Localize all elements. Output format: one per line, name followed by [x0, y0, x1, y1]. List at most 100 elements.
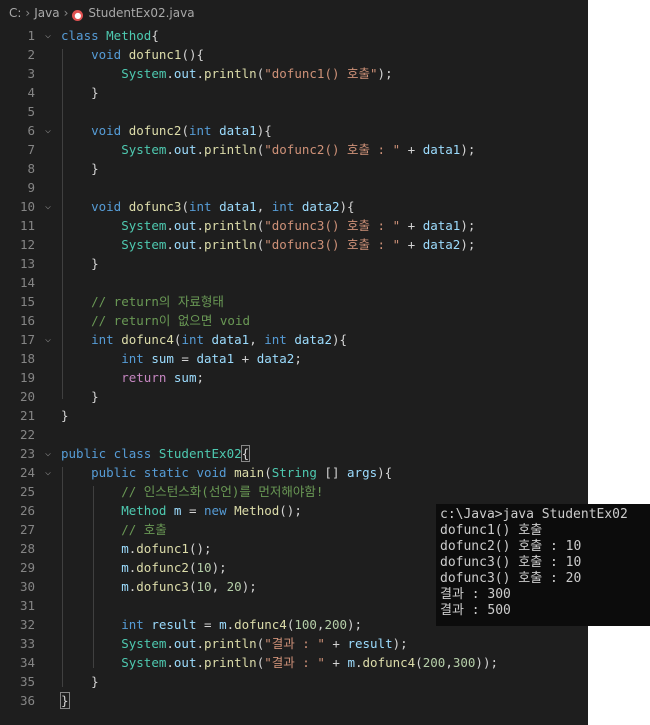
code-token: int	[264, 332, 295, 347]
line-number: 7	[27, 142, 35, 157]
code-text: System.out.println("dofunc2() 호출 : " + d…	[61, 140, 475, 159]
line-number: 1	[27, 28, 35, 43]
code-text: }	[61, 83, 99, 102]
code-line[interactable]: 4 }	[0, 83, 588, 102]
code-line[interactable]: 33 System.out.println("결과 : " + result);	[0, 634, 588, 653]
line-number: 25	[19, 484, 35, 499]
code-token: println	[204, 66, 257, 81]
code-line[interactable]: 18 int sum = data1 + data2;	[0, 349, 588, 368]
code-line[interactable]: 5	[0, 102, 588, 121]
code-line[interactable]: 1 ⌵ class Method{	[0, 26, 588, 45]
code-token: result	[151, 617, 197, 632]
code-token: dofunc4	[362, 655, 416, 670]
code-token: }	[61, 161, 99, 176]
code-line[interactable]: 21}	[0, 406, 588, 425]
code-token: public class	[61, 446, 159, 461]
code-token: }	[61, 85, 99, 100]
code-token: // return의 자료형태	[91, 294, 224, 309]
code-token: data1	[422, 218, 461, 233]
code-line[interactable]: 3 System.out.println("dofunc1() 호출");	[0, 64, 588, 83]
code-line[interactable]: 11 System.out.println("dofunc3() 호출 : " …	[0, 216, 588, 235]
fold-chevron-icon[interactable]: ⌵	[45, 197, 51, 216]
code-line[interactable]: 19 return sum;	[0, 368, 588, 387]
code-line[interactable]: 35 }	[0, 672, 588, 691]
terminal-line: 결과 : 500	[440, 603, 511, 618]
code-token: "dofunc1() 호출"	[264, 66, 378, 81]
code-token: dofunc2	[128, 123, 182, 138]
code-line[interactable]: 34 System.out.println("결과 : " + m.dofunc…	[0, 653, 588, 672]
code-line[interactable]: 12 System.out.println("dofunc3() 호출 : " …	[0, 235, 588, 254]
code-token: ();	[188, 541, 212, 556]
code-token: ();	[279, 503, 302, 518]
line-number: 33	[19, 636, 35, 651]
code-token: {	[151, 28, 159, 43]
code-text: }	[61, 387, 99, 406]
code-token: // return이 없으면 void	[91, 313, 250, 328]
code-token: int	[91, 332, 122, 347]
code-line[interactable]: 23 ⌵ public class StudentEx02{	[0, 444, 588, 463]
code-text: int sum = data1 + data2;	[61, 349, 302, 368]
code-line[interactable]: 17 ⌵ int dofunc4(int data1, int data2){	[0, 330, 588, 349]
code-line[interactable]: 24 ⌵ public static void main(String [] ar…	[0, 463, 588, 482]
code-line[interactable]: 7 System.out.println("dofunc2() 호출 : " +…	[0, 140, 588, 159]
code-text: System.out.println("dofunc1() 호출");	[61, 64, 392, 83]
code-token: =	[196, 617, 220, 632]
code-line[interactable]: 13 }	[0, 254, 588, 273]
code-token: "결과 : "	[264, 655, 325, 670]
code-token: println	[204, 218, 257, 233]
fold-chevron-icon[interactable]: ⌵	[45, 330, 51, 349]
line-number: 30	[19, 579, 35, 594]
code-text: // return이 없으면 void	[61, 311, 250, 330]
code-token: (	[264, 465, 272, 480]
code-token: data1	[211, 332, 250, 347]
terminal-output: c:\Java>java StudentEx02 dofunc1() 호출 dofu…	[436, 504, 650, 626]
code-line[interactable]: 22	[0, 425, 588, 444]
code-token: .	[166, 66, 174, 81]
code-line[interactable]: 6 ⌵ void dofunc2(int data1){	[0, 121, 588, 140]
code-token: System	[121, 218, 167, 233]
code-line[interactable]: 10 ⌵ void dofunc3(int data1, int data2){	[0, 197, 588, 216]
code-token: 20	[226, 579, 242, 594]
line-number: 23	[19, 446, 35, 461]
code-token: .	[166, 636, 174, 651]
code-token: void	[91, 199, 129, 214]
line-number: 17	[19, 332, 35, 347]
code-line[interactable]: 20 }	[0, 387, 588, 406]
fold-chevron-icon[interactable]: ⌵	[45, 463, 51, 482]
breadcrumb-file[interactable]: StudentEx02.java	[88, 6, 194, 20]
breadcrumb-root[interactable]: C:	[9, 6, 21, 20]
code-line[interactable]: 2 void dofunc1(){	[0, 45, 588, 64]
fold-chevron-icon[interactable]: ⌵	[45, 121, 51, 140]
code-line[interactable]: 16 // return이 없으면 void	[0, 311, 588, 330]
code-token: +	[324, 636, 348, 651]
code-token: data2	[422, 237, 461, 252]
breadcrumb-folder[interactable]: Java	[34, 6, 59, 20]
code-token: out	[173, 636, 197, 651]
line-number: 18	[19, 351, 35, 366]
code-line[interactable]: 8 }	[0, 159, 588, 178]
code-token: void	[91, 47, 129, 62]
code-text: }	[61, 254, 99, 273]
code-line[interactable]: 36}	[0, 691, 588, 710]
code-line[interactable]: 15 // return의 자료형태	[0, 292, 588, 311]
code-token: dofunc1	[136, 541, 189, 556]
code-line[interactable]: 25 // 인스턴스화(선언)를 먼저해야함!	[0, 482, 588, 501]
fold-chevron-icon[interactable]: ⌵	[45, 444, 51, 463]
code-text: void dofunc1(){	[61, 45, 204, 64]
fold-chevron-icon[interactable]: ⌵	[45, 26, 51, 45]
code-token: +	[400, 142, 423, 157]
code-token: }	[61, 256, 99, 271]
line-number: 24	[19, 465, 35, 480]
code-token: ,	[445, 655, 453, 670]
code-line[interactable]: 9	[0, 178, 588, 197]
code-line[interactable]: 14	[0, 273, 588, 292]
code-text: System.out.println("결과 : " + m.dofunc4(2…	[61, 653, 498, 672]
terminal-line: 결과 : 300	[440, 587, 511, 602]
code-token: data2	[301, 199, 340, 214]
code-token: out	[173, 655, 197, 670]
